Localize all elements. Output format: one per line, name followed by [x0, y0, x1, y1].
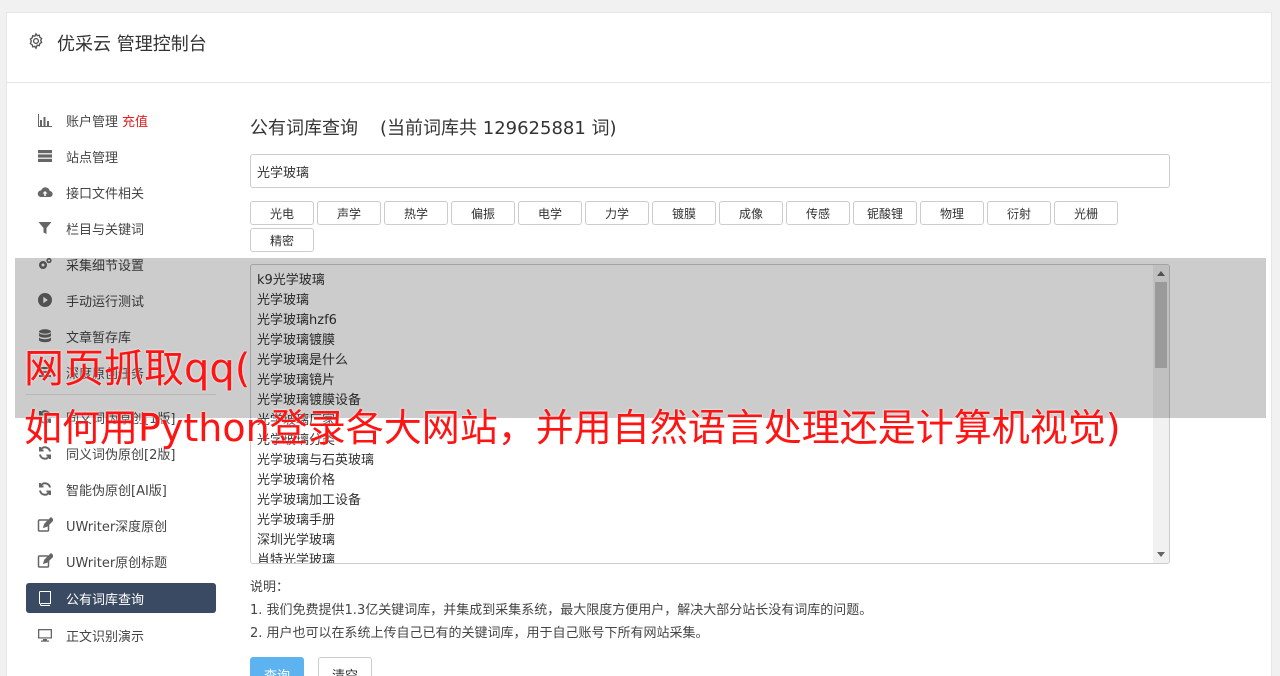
list-item[interactable]: 光学玻璃价格 [257, 471, 1163, 491]
filter-icon [36, 220, 54, 236]
tag-button[interactable]: 光栅 [1054, 201, 1118, 225]
page-header: 优采云 管理控制台 [7, 13, 1271, 83]
sidebar-item-label: UWriter原创标题 [66, 555, 168, 571]
sidebar-item-label: 站点管理 [66, 150, 119, 166]
page-title: 公有词库查询 (当前词库共 129625881 词) [250, 114, 1170, 140]
gear-icon [27, 32, 45, 50]
list-item[interactable]: 肖特光学玻璃 [257, 551, 1163, 563]
tag-button[interactable]: 衍射 [987, 201, 1051, 225]
edit-icon [36, 517, 54, 533]
list-item[interactable]: 光学玻璃手册 [257, 511, 1163, 531]
tag-button[interactable]: 传感 [786, 201, 850, 225]
tag-button[interactable]: 电学 [518, 201, 582, 225]
sidebar-item-label: 智能伪原创[AI版] [66, 483, 167, 499]
overlay-band [15, 258, 1266, 418]
bar-chart-icon [36, 112, 54, 128]
console-title: 优采云 管理控制台 [57, 34, 207, 55]
sidebar-item-label: 账户管理 [66, 114, 119, 130]
query-button[interactable]: 查询 [250, 657, 304, 676]
sidebar-item-text-recognition[interactable]: 正文识别演示 [26, 617, 216, 653]
sidebar-item-smart-ai[interactable]: 智能伪原创[AI版] [26, 471, 216, 507]
sidebar-item-label: 公有词库查询 [66, 592, 145, 608]
sidebar-item-label: 正文识别演示 [66, 629, 145, 645]
sidebar-item-public-lexicon[interactable]: 公有词库查询 [26, 583, 216, 613]
tag-button[interactable]: 精密 [250, 228, 314, 252]
sidebar-item-account[interactable]: 账户管理 充值 [26, 102, 216, 138]
book-icon [36, 590, 54, 606]
form-actions: 查询 清空 [250, 657, 1170, 676]
clear-button[interactable]: 清空 [318, 657, 372, 676]
tag-button[interactable]: 镀膜 [652, 201, 716, 225]
instructions-title: 说明： [250, 580, 290, 595]
tag-button[interactable]: 光电 [250, 201, 314, 225]
overlay-caption-line1: 网页抓取qq( [24, 346, 251, 392]
page-title-text: 公有词库查询 [250, 118, 358, 139]
sidebar-item-interface-files[interactable]: 接口文件相关 [26, 174, 216, 210]
lexicon-count: (当前词库共 129625881 词) [380, 118, 617, 139]
sidebar-item-uwriter-deep[interactable]: UWriter深度原创 [26, 507, 216, 543]
cloud-upload-icon [36, 184, 54, 200]
scroll-down-icon[interactable] [1157, 552, 1165, 557]
tag-button[interactable]: 铌酸锂 [853, 201, 917, 225]
instruction-line: 2. 用户也可以在系统上传自己已有的关键词库，用于自己账号下所有网站采集。 [250, 626, 709, 641]
list-item[interactable]: 光学玻璃加工设备 [257, 491, 1163, 511]
tag-button[interactable]: 热学 [384, 201, 448, 225]
edit-icon [36, 553, 54, 569]
keyword-search-input[interactable] [250, 154, 1170, 188]
overlay-caption-line2: 如何用Python登录各大网站，并用自然语言处理还是计算机视觉) [24, 406, 1121, 450]
sidebar-item-columns-keywords[interactable]: 栏目与关键词 [26, 210, 216, 246]
sidebar-item-label: 栏目与关键词 [66, 222, 145, 238]
recharge-link[interactable]: 充值 [122, 111, 148, 130]
monitor-icon [36, 627, 54, 643]
tag-button[interactable]: 偏振 [451, 201, 515, 225]
tag-button[interactable]: 力学 [585, 201, 649, 225]
category-tags: 光电 声学 热学 偏振 电学 力学 镀膜 成像 传感 铌酸锂 物理 衍射 光栅 … [250, 201, 1130, 255]
sidebar-item-sites[interactable]: 站点管理 [26, 138, 216, 174]
tag-button[interactable]: 物理 [920, 201, 984, 225]
tag-button[interactable]: 声学 [317, 201, 381, 225]
instruction-line: 1. 我们免费提供1.3亿关键词库，并集成到采集系统，最大限度方便用户，解决大部… [250, 603, 873, 618]
tag-button[interactable]: 成像 [719, 201, 783, 225]
sidebar-item-label: UWriter深度原创 [66, 519, 168, 535]
instructions: 说明： 1. 我们免费提供1.3亿关键词库，并集成到采集系统，最大限度方便用户，… [250, 578, 1170, 647]
list-item[interactable]: 光学玻璃与石英玻璃 [257, 451, 1163, 471]
sidebar-item-uwriter-title[interactable]: UWriter原创标题 [26, 543, 216, 579]
list-item[interactable]: 深圳光学玻璃 [257, 531, 1163, 551]
refresh-icon [36, 481, 54, 497]
server-icon [36, 148, 54, 164]
sidebar-item-label: 接口文件相关 [66, 186, 145, 202]
